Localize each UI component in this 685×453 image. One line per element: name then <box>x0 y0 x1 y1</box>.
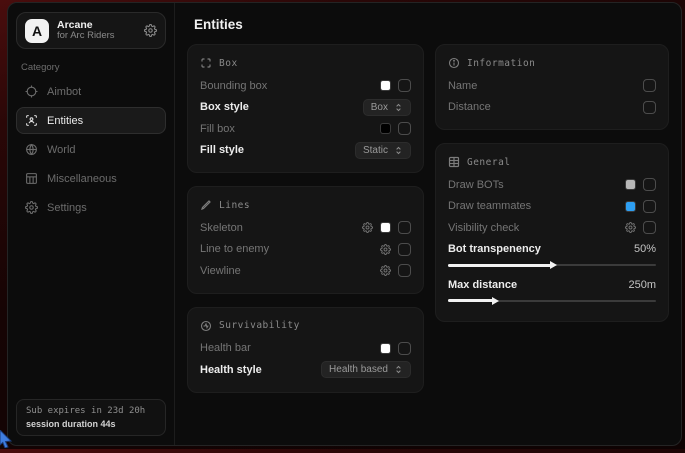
health-bar-checkbox[interactable] <box>398 342 411 355</box>
brand-text: Arcane for Arc Riders <box>57 19 136 42</box>
draw-bots-checkbox[interactable] <box>643 178 656 191</box>
chevron-up-down-icon <box>394 365 403 374</box>
setting-row-health-style: Health style Health based <box>200 359 411 381</box>
setting-row-distance: Distance <box>448 97 656 119</box>
bot-transparency-value: 50% <box>634 243 656 255</box>
sub-expiry-text: Sub expires in 23d 20h <box>26 406 156 416</box>
sidebar-item-entities[interactable]: Entities <box>16 107 166 134</box>
color-swatch[interactable] <box>380 343 391 354</box>
app-window: A Arcane for Arc Riders Category Aimbot … <box>7 2 682 446</box>
sidebar-item-label: Entities <box>47 115 83 127</box>
gear-icon[interactable] <box>362 222 373 233</box>
life-pulse-icon <box>200 320 212 332</box>
session-duration-text: session duration 44s <box>26 419 156 429</box>
setting-row-bounding-box: Bounding box <box>200 75 411 97</box>
layout-grid-icon <box>25 172 38 185</box>
frame-corners-icon <box>200 57 212 69</box>
max-distance-value: 250m <box>628 279 656 291</box>
gear-icon[interactable] <box>144 24 157 37</box>
category-label: Category <box>21 62 166 73</box>
color-swatch[interactable] <box>380 80 391 91</box>
setting-row-draw-teammates: Draw teammates <box>448 196 656 218</box>
card-title: General <box>467 157 511 168</box>
gear-icon[interactable] <box>380 265 391 276</box>
viewline-checkbox[interactable] <box>398 264 411 277</box>
card-title: Information <box>467 58 535 69</box>
visibility-check-checkbox[interactable] <box>643 221 656 234</box>
color-swatch[interactable] <box>380 222 391 233</box>
color-swatch[interactable] <box>625 179 636 190</box>
lines-card: Lines Skeleton Line to enemy <box>187 186 424 294</box>
health-style-dropdown[interactable]: Health based <box>321 361 411 378</box>
setting-row-viewline: Viewline <box>200 260 411 282</box>
fill-box-checkbox[interactable] <box>398 122 411 135</box>
max-distance-slider[interactable] <box>448 297 656 305</box>
info-icon <box>448 57 460 69</box>
main-content: Entities Box Bounding box <box>175 3 681 445</box>
sidebar-item-label: World <box>47 144 76 156</box>
bot-transparency-slider[interactable] <box>448 261 656 269</box>
color-swatch[interactable] <box>380 123 391 134</box>
sidebar-item-aimbot[interactable]: Aimbot <box>16 78 166 105</box>
card-title: Box <box>219 58 238 69</box>
subscription-info-card: Sub expires in 23d 20h session duration … <box>16 399 166 436</box>
color-swatch[interactable] <box>625 201 636 212</box>
name-checkbox[interactable] <box>643 79 656 92</box>
gear-icon[interactable] <box>625 222 636 233</box>
sidebar-item-world[interactable]: World <box>16 136 166 163</box>
fill-style-dropdown[interactable]: Static <box>355 142 411 159</box>
setting-row-name: Name <box>448 75 656 97</box>
setting-row-line-to-enemy: Line to enemy <box>200 239 411 261</box>
setting-row-fill-box: Fill box <box>200 118 411 140</box>
chevron-up-down-icon <box>394 103 403 112</box>
sidebar-item-label: Settings <box>47 202 87 214</box>
setting-row-fill-style: Fill style Static <box>200 140 411 162</box>
slider-thumb[interactable] <box>550 261 557 269</box>
setting-row-bot-transparency: Bot transpenency 50% <box>448 239 656 261</box>
gear-icon[interactable] <box>380 244 391 255</box>
skeleton-checkbox[interactable] <box>398 221 411 234</box>
draw-teammates-checkbox[interactable] <box>643 200 656 213</box>
setting-row-visibility-check: Visibility check <box>448 217 656 239</box>
setting-row-health-bar: Health bar <box>200 338 411 360</box>
entities-scan-icon <box>25 114 38 127</box>
page-title: Entities <box>194 17 669 32</box>
setting-row-skeleton: Skeleton <box>200 217 411 239</box>
grid-dots-icon <box>448 156 460 168</box>
app-subtitle: for Arc Riders <box>57 31 136 42</box>
mouse-cursor <box>0 430 14 453</box>
information-card: Information Name Distance <box>435 44 669 130</box>
box-style-dropdown[interactable]: Box <box>363 99 411 116</box>
card-title: Survivability <box>219 320 300 331</box>
gear-icon <box>25 201 38 214</box>
brand-card[interactable]: A Arcane for Arc Riders <box>16 12 166 49</box>
distance-checkbox[interactable] <box>643 101 656 114</box>
sidebar-item-label: Aimbot <box>47 86 81 98</box>
line-to-enemy-checkbox[interactable] <box>398 243 411 256</box>
setting-row-box-style: Box style Box <box>200 97 411 119</box>
app-logo: A <box>25 19 49 43</box>
crosshair-icon <box>25 85 38 98</box>
sidebar-item-miscellaneous[interactable]: Miscellaneous <box>16 165 166 192</box>
setting-row-draw-bots: Draw BOTs <box>448 174 656 196</box>
pencil-line-icon <box>200 199 212 211</box>
box-card: Box Bounding box Box style Box <box>187 44 424 173</box>
slider-thumb[interactable] <box>492 297 499 305</box>
bounding-box-checkbox[interactable] <box>398 79 411 92</box>
card-title: Lines <box>219 200 250 211</box>
general-card: General Draw BOTs Draw teammates <box>435 143 669 322</box>
sidebar: A Arcane for Arc Riders Category Aimbot … <box>8 3 175 445</box>
sidebar-item-label: Miscellaneous <box>47 173 117 185</box>
sidebar-item-settings[interactable]: Settings <box>16 194 166 221</box>
globe-icon <box>25 143 38 156</box>
chevron-up-down-icon <box>394 146 403 155</box>
setting-row-max-distance: Max distance 250m <box>448 274 656 296</box>
survivability-card: Survivability Health bar Health style He… <box>187 307 424 393</box>
